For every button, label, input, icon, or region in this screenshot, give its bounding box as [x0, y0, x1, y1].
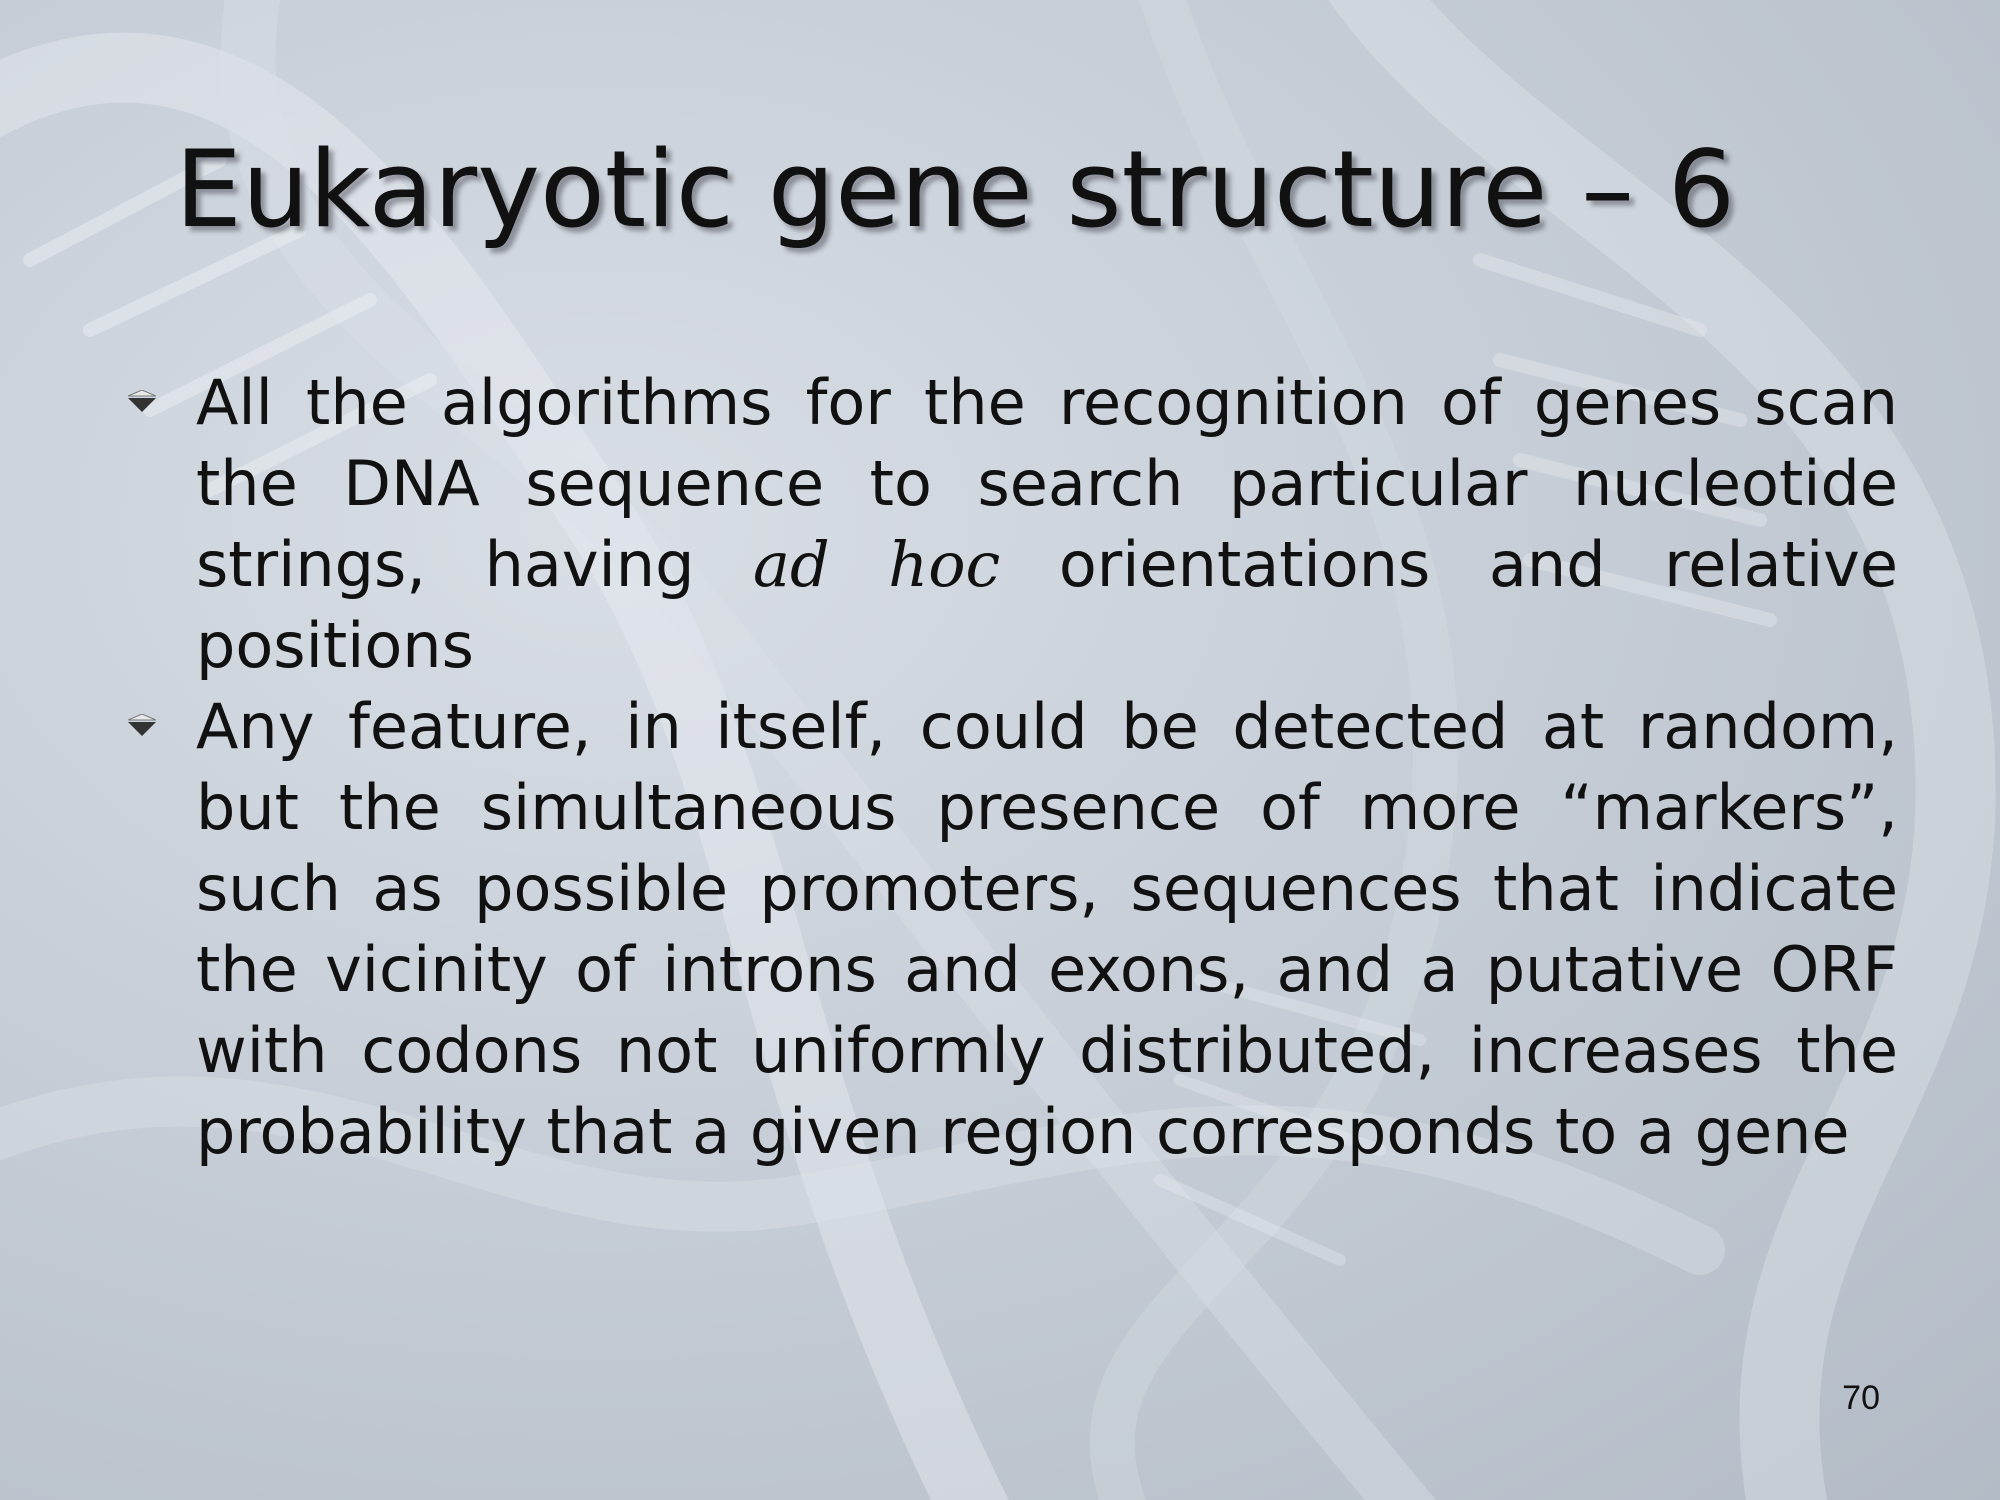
- slide-title: Eukaryotic gene structure – 6: [175, 128, 1736, 251]
- arrow-bullet-icon: [128, 714, 156, 736]
- bullet-italic-text: ad hoc: [753, 528, 1001, 601]
- bullet-text: Any feature, in itself, could be detecte…: [196, 690, 1898, 1168]
- slide: Eukaryotic gene structure – 6 All the al…: [0, 0, 2000, 1500]
- bullet-list: All the algorithms for the recognition o…: [128, 362, 1898, 1172]
- page-number: 70: [1842, 1379, 1880, 1417]
- bullet-item: Any feature, in itself, could be detecte…: [128, 686, 1898, 1172]
- bullet-item: All the algorithms for the recognition o…: [128, 362, 1898, 686]
- arrow-bullet-icon: [128, 390, 156, 412]
